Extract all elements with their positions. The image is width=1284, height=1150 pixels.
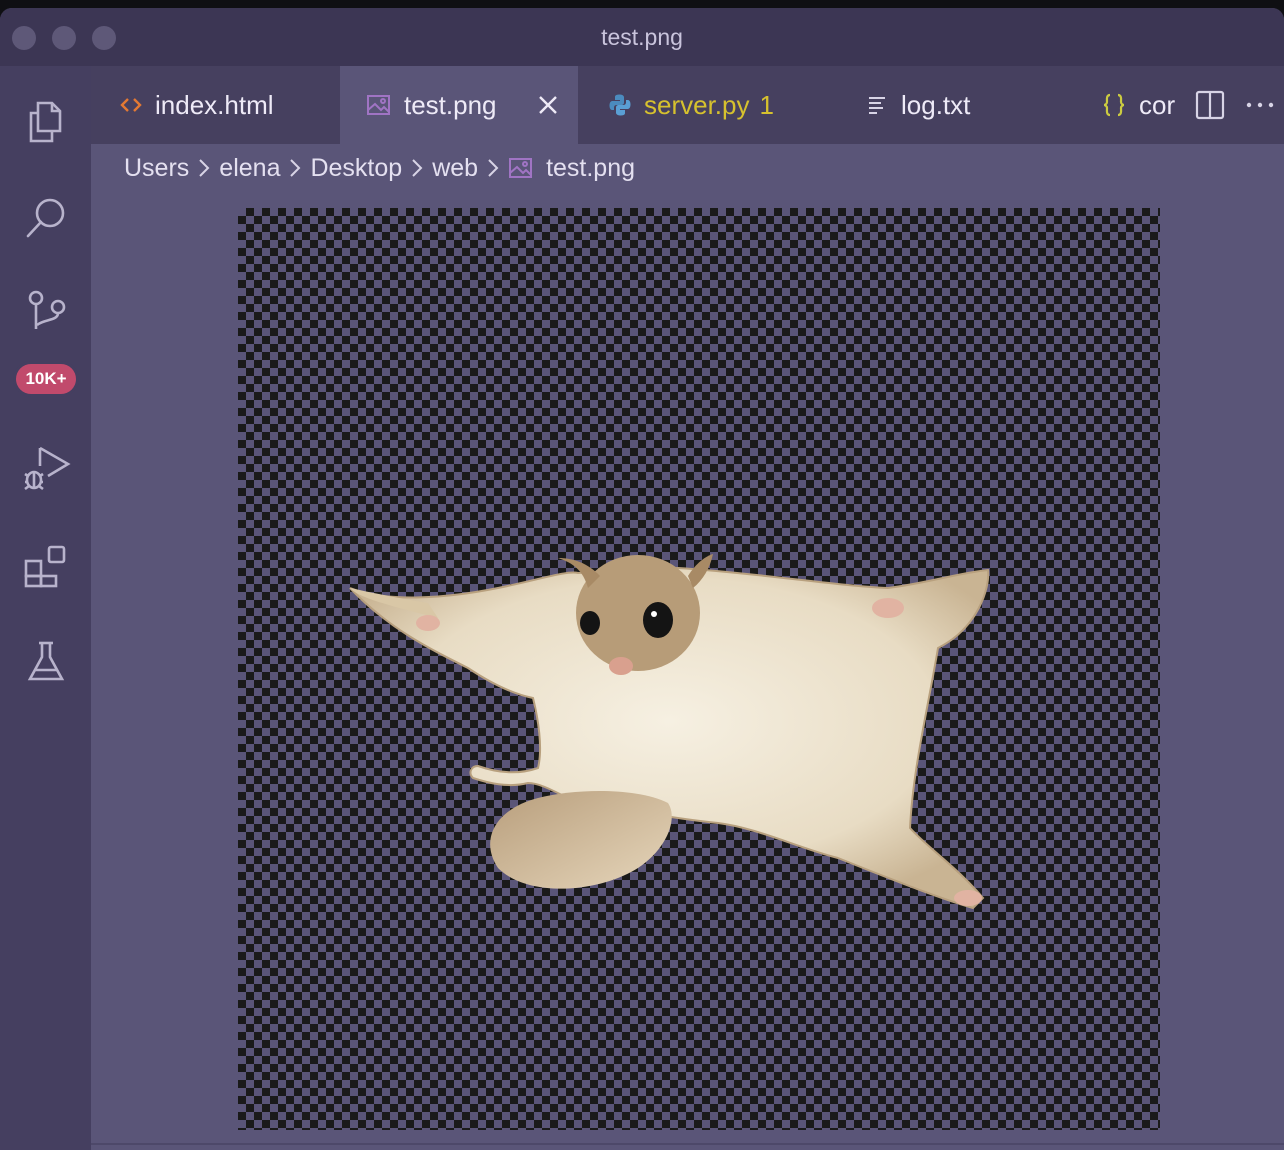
activity-bar: 10K+ (0, 66, 91, 1150)
tab-bar: index.html test.png server.py 1 log.txt … (91, 66, 1284, 144)
image-icon (367, 95, 390, 115)
tab-label: index.html (155, 89, 274, 120)
window-title: test.png (601, 24, 683, 50)
files-icon (29, 101, 61, 143)
flying-squirrel-image (349, 554, 990, 910)
source-control-badge: 10K+ (16, 364, 76, 394)
tab-server-py[interactable]: server.py 1 (578, 66, 828, 144)
tab-label: server.py (644, 89, 750, 120)
tab-label: log.txt (901, 89, 971, 120)
problems-count: 1 (759, 89, 774, 120)
run-debug-icon (23, 446, 71, 491)
breadcrumb-file-label: test.png (546, 153, 636, 182)
tab-log-txt[interactable]: log.txt (861, 66, 1031, 144)
image-preview (238, 208, 1160, 1130)
breadcrumb: Users elena Desktop web test.png (124, 150, 635, 186)
search-icon (26, 198, 64, 238)
breadcrumb-file[interactable]: test.png (508, 154, 635, 183)
breadcrumb-item[interactable]: Desktop (310, 154, 402, 183)
tab-test-png[interactable]: test.png (340, 66, 578, 144)
tab-index-html[interactable]: index.html (91, 66, 340, 144)
text-lines-icon (869, 97, 885, 114)
breadcrumb-item[interactable]: elena (219, 154, 280, 183)
json-braces-icon (1103, 93, 1125, 117)
activity-search[interactable] (0, 183, 91, 253)
chevron-right-icon (486, 157, 500, 179)
close-icon[interactable] (536, 93, 560, 117)
activity-testing[interactable] (0, 626, 91, 696)
python-icon (609, 94, 631, 116)
vscode-window: test.png 10K+ index.html test.png server… (0, 8, 1284, 1150)
activity-run-debug[interactable] (0, 433, 91, 503)
more-actions-icon[interactable] (1243, 88, 1277, 122)
activity-extensions[interactable] (0, 530, 91, 600)
chevron-right-icon (288, 157, 302, 179)
extensions-icon (24, 545, 65, 588)
panel-divider (91, 1143, 1284, 1145)
split-editor-icon[interactable] (1193, 88, 1227, 122)
chevron-right-icon (197, 157, 211, 179)
tab-cor[interactable]: cor (1099, 66, 1199, 144)
chevron-right-icon (410, 157, 424, 179)
title-bar: test.png (0, 8, 1284, 67)
source-control-icon (28, 290, 65, 329)
html-brackets-icon (120, 98, 142, 112)
flask-icon (27, 641, 64, 681)
breadcrumb-item[interactable]: Users (124, 154, 189, 183)
activity-explorer[interactable] (0, 86, 91, 156)
tab-label: test.png (404, 89, 497, 120)
tab-label: cor (1139, 89, 1176, 120)
activity-source-control[interactable] (0, 276, 91, 346)
image-icon (509, 158, 533, 178)
breadcrumb-item[interactable]: web (432, 154, 478, 183)
